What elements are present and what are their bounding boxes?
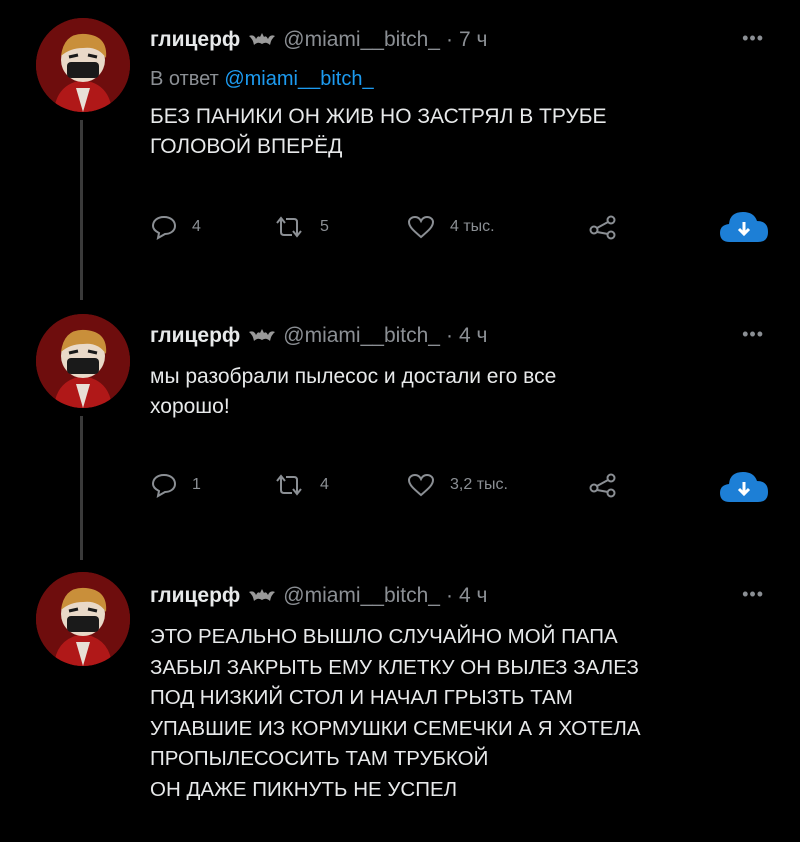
reply-button[interactable]: 1 bbox=[150, 472, 201, 498]
timestamp[interactable]: 4 ч bbox=[459, 584, 487, 608]
share-icon bbox=[589, 215, 616, 240]
download-button[interactable] bbox=[718, 206, 770, 246]
retweet-icon bbox=[276, 474, 302, 496]
share-button[interactable] bbox=[588, 472, 618, 498]
tweet-1[interactable]: глицерф @miami__bitch_ · 7 ч ••• В ответ… bbox=[0, 0, 800, 300]
bat-icon bbox=[249, 28, 276, 52]
download-button[interactable] bbox=[718, 466, 770, 506]
reply-count: 1 bbox=[192, 476, 201, 493]
tweet-2[interactable]: глицерф @miami__bitch_ · 4 ч ••• мы разо… bbox=[0, 300, 800, 560]
tweet-actions: 1 4 3,2 тыс. bbox=[150, 472, 770, 512]
reply-count: 4 bbox=[192, 218, 201, 235]
reply-icon bbox=[151, 215, 177, 240]
like-button[interactable]: 3,2 тыс. bbox=[406, 472, 508, 498]
like-icon bbox=[407, 215, 435, 239]
tweet-text: ЭТО РЕАЛЬНО ВЫШЛО СЛУЧАЙНО МОЙ ПАПА ЗАБЫ… bbox=[150, 625, 641, 801]
timestamp[interactable]: 4 ч bbox=[459, 324, 487, 348]
like-icon bbox=[407, 473, 435, 497]
timestamp[interactable]: 7 ч bbox=[459, 28, 487, 52]
retweet-button[interactable]: 4 bbox=[272, 472, 329, 498]
separator-dot: · bbox=[445, 584, 453, 607]
retweet-button[interactable]: 5 bbox=[272, 214, 329, 240]
avatar[interactable] bbox=[36, 314, 130, 408]
reply-button[interactable]: 4 bbox=[150, 214, 201, 240]
separator-dot: · bbox=[445, 324, 453, 347]
share-button[interactable] bbox=[588, 214, 618, 240]
display-name[interactable]: глицерф bbox=[150, 324, 240, 348]
more-icon[interactable]: ••• bbox=[742, 324, 764, 345]
tweet-3[interactable]: глицерф @miami__bitch_ · 4 ч ••• ЭТО РЕА… bbox=[0, 560, 800, 842]
retweet-count: 5 bbox=[320, 218, 329, 235]
avatar[interactable] bbox=[36, 18, 130, 112]
thread-line bbox=[80, 120, 83, 300]
tweet-header: глицерф @miami__bitch_ · 4 ч bbox=[150, 584, 487, 608]
more-icon[interactable]: ••• bbox=[742, 584, 764, 605]
user-handle[interactable]: @miami__bitch_ bbox=[283, 584, 440, 608]
user-handle[interactable]: @miami__bitch_ bbox=[283, 28, 440, 52]
user-handle[interactable]: @miami__bitch_ bbox=[283, 324, 440, 348]
reply-to-line: В ответ @miami__bitch_ bbox=[150, 68, 374, 91]
bat-icon bbox=[249, 584, 276, 608]
display-name[interactable]: глицерф bbox=[150, 28, 240, 52]
reply-mention-link[interactable]: @miami__bitch_ bbox=[224, 68, 373, 90]
tweet-text: БЕЗ ПАНИКИ ОН ЖИВ НО ЗАСТРЯЛ В ТРУБЕ ГОЛ… bbox=[150, 105, 607, 158]
like-count: 4 тыс. bbox=[450, 218, 495, 235]
share-icon bbox=[589, 473, 616, 498]
more-icon[interactable]: ••• bbox=[742, 28, 764, 49]
retweet-icon bbox=[276, 216, 302, 238]
download-icon bbox=[720, 472, 768, 502]
display-name[interactable]: глицерф bbox=[150, 584, 240, 608]
reply-icon bbox=[151, 473, 177, 498]
retweet-count: 4 bbox=[320, 476, 329, 493]
like-count: 3,2 тыс. bbox=[450, 476, 508, 493]
bat-icon bbox=[249, 324, 276, 348]
avatar[interactable] bbox=[36, 572, 130, 666]
thread-line bbox=[80, 416, 83, 560]
reply-to-label: В ответ bbox=[150, 68, 225, 90]
download-icon bbox=[720, 212, 768, 242]
tweet-header: глицерф @miami__bitch_ · 7 ч bbox=[150, 28, 487, 52]
tweet-header: глицерф @miami__bitch_ · 4 ч bbox=[150, 324, 487, 348]
like-button[interactable]: 4 тыс. bbox=[406, 214, 495, 240]
tweet-actions: 4 5 4 тыс. bbox=[150, 212, 770, 254]
separator-dot: · bbox=[445, 28, 453, 51]
tweet-text: мы разобрали пылесос и достали его все х… bbox=[150, 365, 557, 418]
